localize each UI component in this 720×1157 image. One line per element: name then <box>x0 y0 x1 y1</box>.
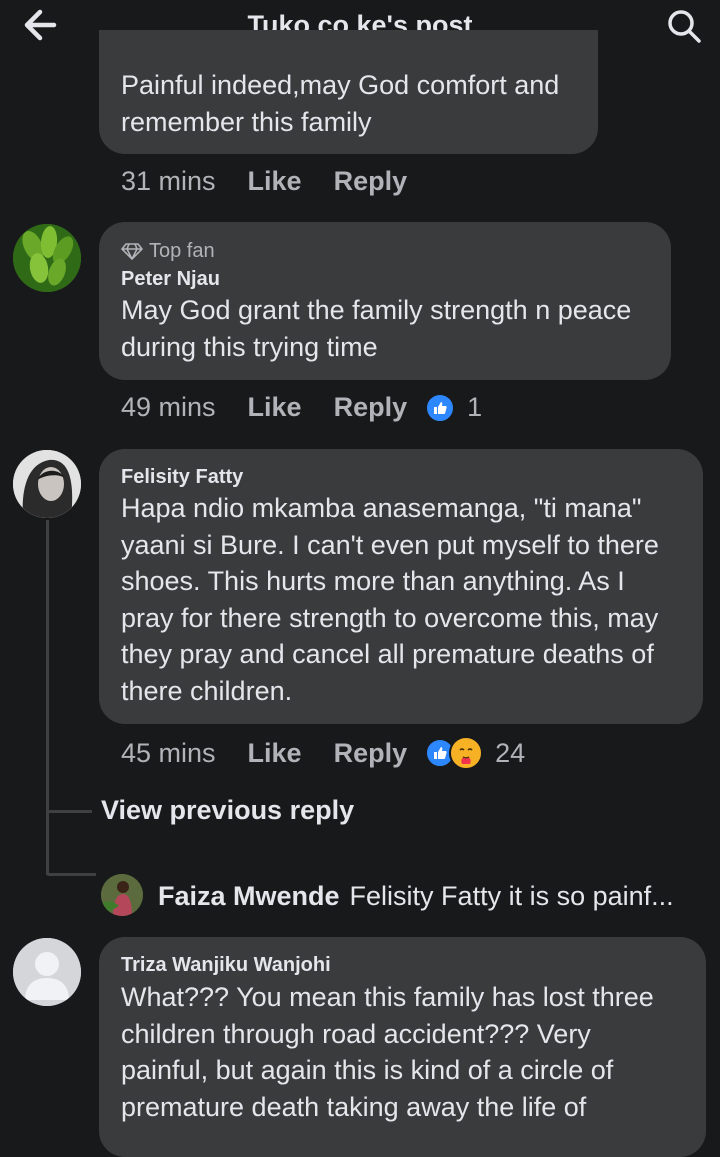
comment-timestamp: 49 mins <box>121 392 216 422</box>
comment-bubble[interactable]: Felisity Fatty Hapa ndio mkamba anaseman… <box>99 449 703 724</box>
banana-photo-icon <box>13 224 81 292</box>
comment-bubble[interactable]: Triza Wanjiku Wanjohi What??? You mean t… <box>99 937 706 1157</box>
reaction-summary[interactable]: 1 <box>425 392 482 423</box>
avatar[interactable] <box>13 938 81 1006</box>
comment-bubble[interactable]: Painful indeed,may God comfort and remem… <box>99 30 598 154</box>
profile-photo-icon <box>101 874 143 916</box>
reply-text: Felisity Fatty it is so painf... <box>349 881 674 911</box>
avatar[interactable] <box>101 874 143 916</box>
comment-author[interactable]: Felisity Fatty <box>121 465 243 489</box>
default-avatar-icon <box>13 938 81 1006</box>
reaction-summary[interactable]: 24 <box>425 736 525 770</box>
search-icon <box>668 10 701 43</box>
care-reaction-icon <box>449 736 484 770</box>
comment-bubble[interactable]: Top fan Peter Njau May God grant the fam… <box>99 222 671 380</box>
comment-text: What??? You mean this family has lost th… <box>121 982 654 1122</box>
thread-connector <box>46 810 92 813</box>
comment-author[interactable]: Peter Njau <box>121 267 220 291</box>
like-button[interactable]: Like <box>248 166 302 197</box>
comment-text: May God grant the family strength n peac… <box>121 295 632 362</box>
avatar[interactable] <box>13 224 81 292</box>
thread-connector <box>46 873 96 876</box>
top-fan-badge: Top fan <box>121 239 215 263</box>
reply-button[interactable]: Reply <box>334 392 408 423</box>
reply-button[interactable]: Reply <box>334 738 408 769</box>
thread-line <box>46 520 49 875</box>
comment-actions: 31 mins Like Reply <box>121 166 439 197</box>
reply-preview[interactable]: Faiza Mwende Felisity Fatty it is so pain… <box>158 881 674 912</box>
view-previous-replies-link[interactable]: View previous reply <box>101 795 354 826</box>
like-button[interactable]: Like <box>248 392 302 423</box>
reply-button[interactable]: Reply <box>334 166 408 197</box>
comment-text: Painful indeed,may God comfort and remem… <box>121 70 560 137</box>
comment-timestamp: 45 mins <box>121 737 216 768</box>
comment-timestamp: 31 mins <box>121 166 216 196</box>
comment-author[interactable]: Triza Wanjiku Wanjohi <box>121 953 331 977</box>
like-reaction-icon <box>425 392 456 423</box>
avatar[interactable] <box>13 450 81 518</box>
comment-actions: 45 mins Like Reply 24 <box>121 736 525 770</box>
search-button[interactable] <box>664 6 704 46</box>
comment-text: Hapa ndio mkamba anasemanga, "ti mana" y… <box>121 493 659 706</box>
like-button[interactable]: Like <box>248 738 302 769</box>
top-fan-label: Top fan <box>149 240 215 262</box>
profile-photo-icon <box>13 450 81 518</box>
comment-actions: 49 mins Like Reply 1 <box>121 392 482 423</box>
reply-author[interactable]: Faiza Mwende <box>158 881 340 911</box>
reaction-count: 24 <box>495 737 526 768</box>
diamond-icon <box>121 243 143 260</box>
reaction-count: 1 <box>467 392 483 422</box>
